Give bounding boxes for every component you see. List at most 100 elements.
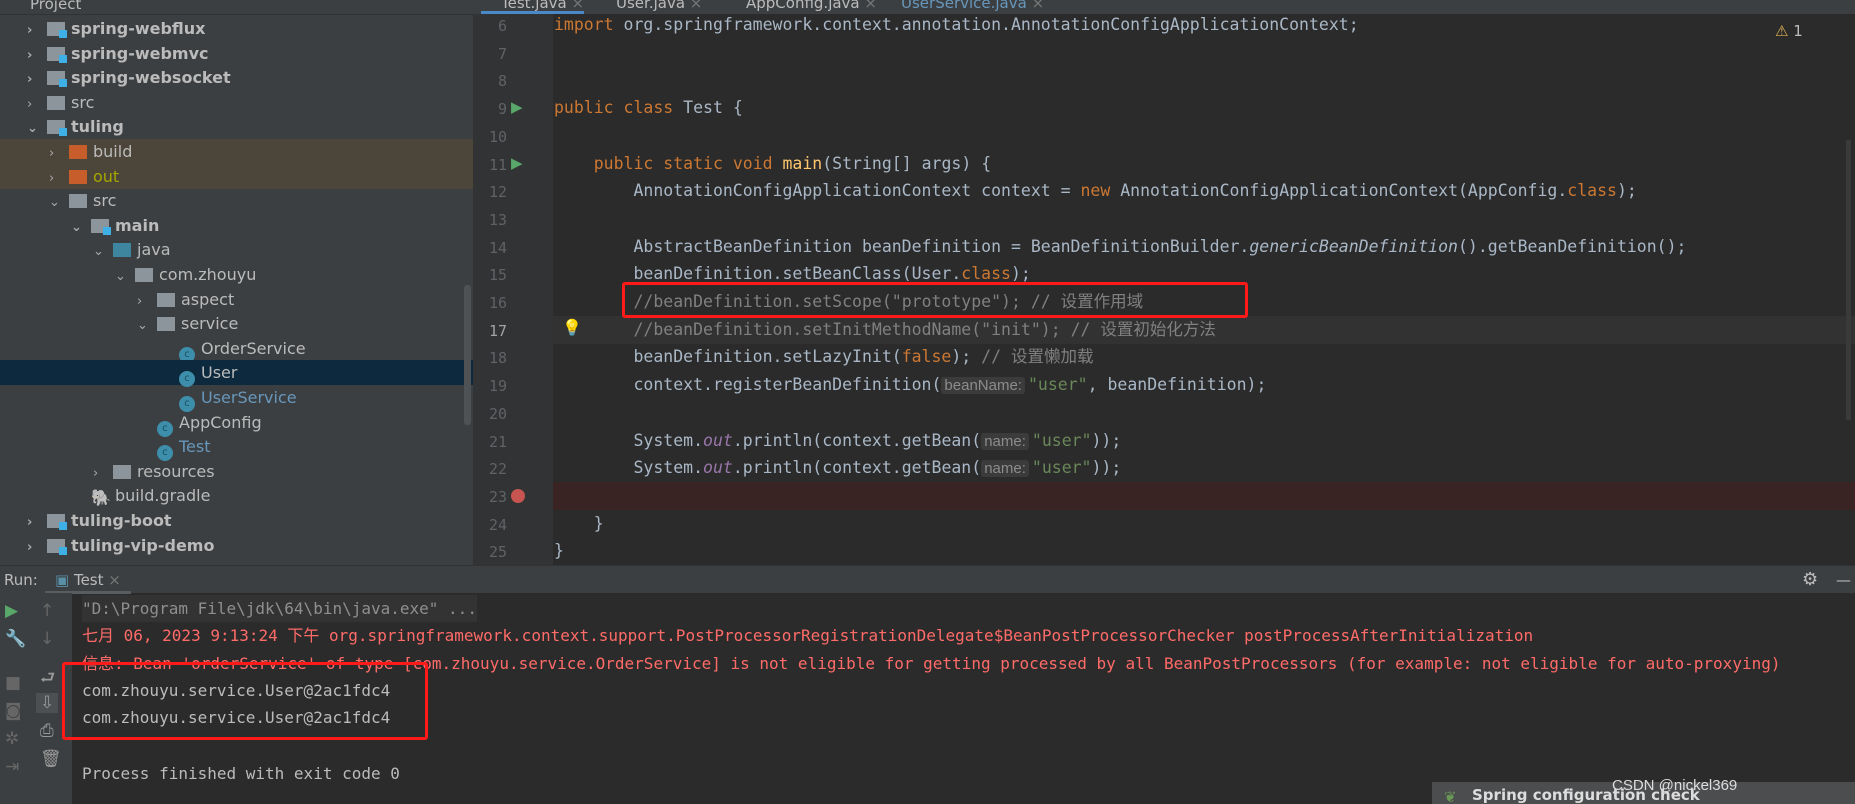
code-line[interactable]: public static void main(String[] args) { [554,150,991,178]
tree-item[interactable]: › tuling-boot [0,508,473,533]
run-gutter-icon[interactable]: ▶ [511,98,523,116]
tree-item[interactable]: › out [0,163,473,191]
chevron-right-icon[interactable]: › [27,92,41,117]
warning-indicator[interactable]: ⚠ 1 [1775,22,1803,40]
scroll-to-end-icon[interactable]: ⇩ [36,693,59,713]
lightbulb-icon[interactable]: 💡 [562,318,582,337]
tree-item[interactable]: ⌄ main [0,213,473,238]
down-arrow-icon[interactable]: ↓ [40,629,54,649]
tree-item[interactable]: 🐘 build.gradle [0,483,473,508]
chevron-down-icon[interactable]: ⌄ [115,264,129,289]
tree-item[interactable]: c User [0,360,473,388]
tree-item[interactable]: › spring-webmvc [0,41,473,66]
chevron-right-icon[interactable]: › [27,510,41,535]
chevron-right-icon[interactable]: › [49,141,63,166]
line-number: 6 [497,17,507,35]
soft-wrap-icon[interactable]: ⮐ [40,665,55,694]
exit-icon[interactable]: ⇥ [5,757,19,777]
project-panel-title: Project [30,0,82,13]
tree-item[interactable]: c OrderService [0,336,473,363]
editor-gutter: 6 7 8 9 ▶ 10 11 ▶ 12 13 14 15 16 17 18 19 20 21 22 23 24 25 [473,14,553,565]
tree-item[interactable]: c AppConfig [0,410,473,437]
chevron-right-icon[interactable]: › [27,18,41,43]
tree-item[interactable]: › spring-websocket [0,65,473,90]
line-number: 13 [488,210,507,229]
tree-item[interactable]: › src [0,90,473,115]
run-gutter-icon[interactable]: ▶ [511,154,523,172]
line-number: 11 [488,155,507,174]
breakpoint-icon[interactable] [511,488,525,503]
tree-item-label: tuling [71,117,124,137]
breakpoint-line-highlight [553,481,1855,510]
chevron-right-icon[interactable]: › [27,43,41,68]
line-number: 9 [497,100,507,119]
tree-item-label: spring-websocket [71,68,231,88]
source-folder-icon [113,243,131,258]
tree-item[interactable]: › spring-webflux [0,16,473,41]
chevron-down-icon[interactable]: ⌄ [49,190,63,215]
tree-item[interactable]: c UserService [0,385,473,412]
wrench-icon[interactable]: 🔧 [5,629,26,649]
line-number: 21 [488,432,507,451]
tree-item[interactable]: c Test [0,434,473,462]
close-icon[interactable]: × [108,571,121,589]
module-folder-icon [47,514,67,530]
stop-icon[interactable]: ■ [5,673,21,693]
module-folder-icon [47,46,67,63]
module-folder-icon [47,538,67,555]
chevron-right-icon[interactable]: › [27,67,41,92]
tree-item-label: spring-webflux [71,19,206,38]
tree-scrollbar[interactable] [464,285,471,425]
chevron-right-icon[interactable]: › [137,289,151,314]
module-folder-icon [47,22,67,38]
chevron-right-icon[interactable]: › [93,461,107,486]
tree-item[interactable]: ⌄ tuling [0,114,473,139]
tree-item-label: resources [137,461,215,481]
print-icon[interactable]: ⎙ [40,721,54,741]
chevron-right-icon[interactable]: › [49,166,63,191]
line-number: 17 [488,321,507,340]
tree-item[interactable]: ⌄ java [0,237,473,262]
tree-item[interactable]: › build [0,139,473,164]
chevron-right-icon[interactable]: › [27,535,41,560]
tree-item[interactable]: › tuling-vip-demo [0,533,473,558]
code-line[interactable]: //beanDefinition.setInitMethodName("init… [554,316,1215,344]
tree-item[interactable]: ⌄ src [0,188,473,213]
project-panel-header[interactable]: Project [0,0,473,15]
line-number: 24 [488,515,507,534]
code-line[interactable]: beanDefinition.setLazyInit(false); // 设置… [554,343,1093,371]
excluded-folder-icon [69,169,87,184]
line-number: 23 [488,487,507,506]
debug-icon[interactable]: ✲ [5,729,19,749]
code-line[interactable]: public class Test { [554,94,743,122]
tree-item[interactable]: ⌄ service [0,311,473,336]
code-line[interactable]: context.registerBeanDefinition(beanName:… [554,371,1266,399]
code-line[interactable]: AnnotationConfigApplicationContext conte… [554,177,1636,205]
tree-item[interactable]: › resources [0,459,473,484]
camera-icon[interactable]: ◙ [5,701,22,721]
code-line[interactable]: System.out.println(context.getBean(name:… [554,427,1121,455]
tree-item[interactable]: › aspect [0,287,473,312]
code-line[interactable]: } [554,537,564,565]
line-number: 7 [497,44,507,63]
code-line[interactable]: AbstractBeanDefinition beanDefinition = … [554,233,1686,261]
chevron-down-icon[interactable]: ⌄ [93,239,107,264]
console-icon: ▣ [55,571,70,589]
tree-item[interactable]: ⌄ com.zhouyu [0,262,473,287]
package-icon [135,268,153,282]
chevron-down-icon[interactable]: ⌄ [71,215,85,240]
code-line[interactable]: } [554,510,604,538]
line-number: 12 [488,183,507,202]
run-tab-test[interactable]: ▣ Test × [45,566,131,594]
trash-icon[interactable]: 🗑 [40,749,62,769]
code-line[interactable]: System.out.println(context.getBean(name:… [554,454,1121,482]
chevron-down-icon[interactable]: ⌄ [137,313,151,338]
folder-icon [47,95,65,110]
editor-scrollbar[interactable] [1846,140,1851,420]
gear-icon[interactable]: ⚙ [1802,566,1818,594]
code-line[interactable]: import org.springframework.context.annot… [554,11,1359,39]
chevron-down-icon[interactable]: ⌄ [27,116,41,141]
rerun-icon[interactable]: ▶ [5,601,18,621]
minimize-icon[interactable]: — [1836,566,1851,594]
up-arrow-icon[interactable]: ↑ [40,601,54,621]
